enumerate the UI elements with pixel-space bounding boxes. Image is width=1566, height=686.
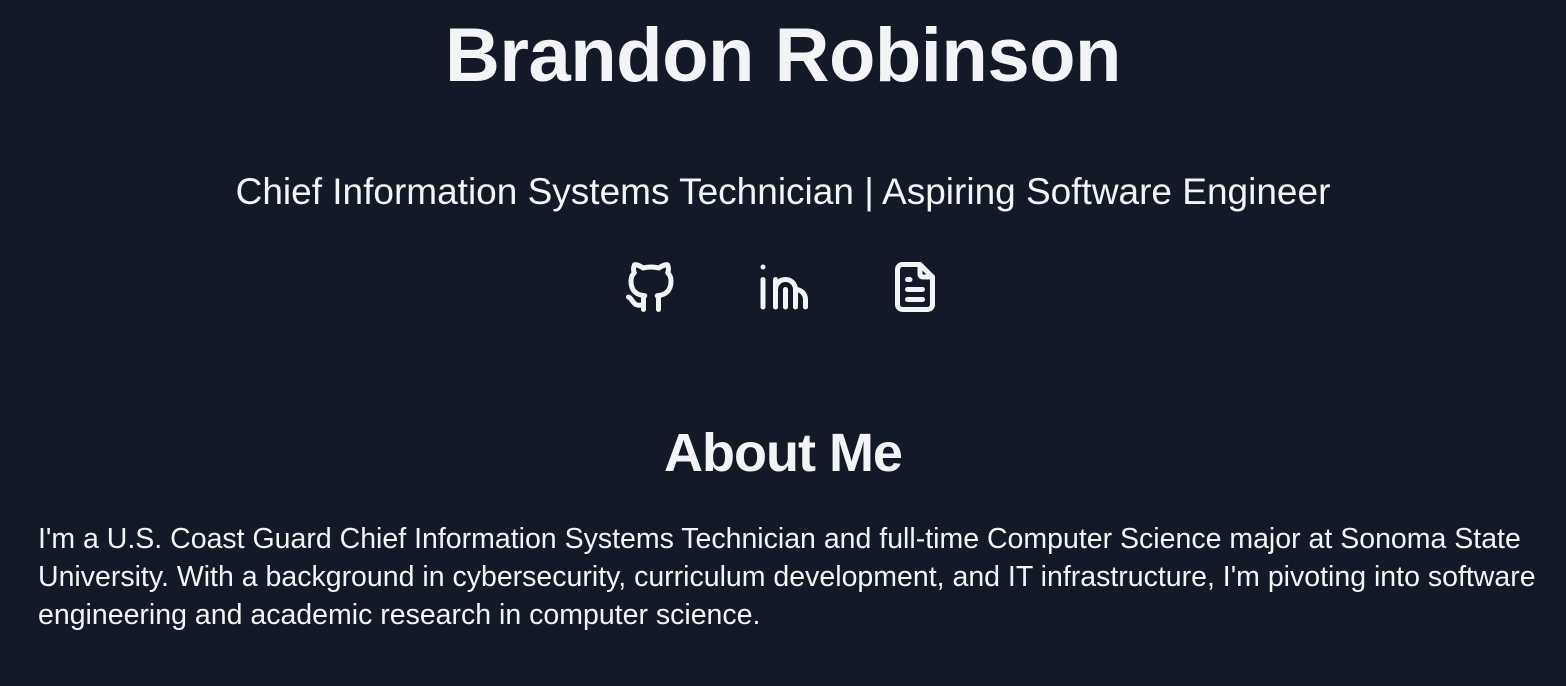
linkedin-icon	[760, 264, 808, 310]
resume-link[interactable]	[885, 256, 945, 318]
page-title: Brandon Robinson	[445, 13, 1121, 98]
about-heading: About Me	[664, 423, 903, 483]
portfolio-page: Brandon Robinson Chief Information Syste…	[0, 0, 1566, 686]
about-paragraph: I'm a U.S. Coast Guard Chief Information…	[38, 523, 1536, 631]
github-link[interactable]	[621, 256, 681, 318]
github-icon	[626, 262, 674, 312]
file-text-icon	[895, 262, 935, 312]
social-links	[0, 256, 1566, 318]
tagline: Chief Information Systems Technician | A…	[235, 171, 1331, 212]
linkedin-link[interactable]	[753, 256, 813, 318]
